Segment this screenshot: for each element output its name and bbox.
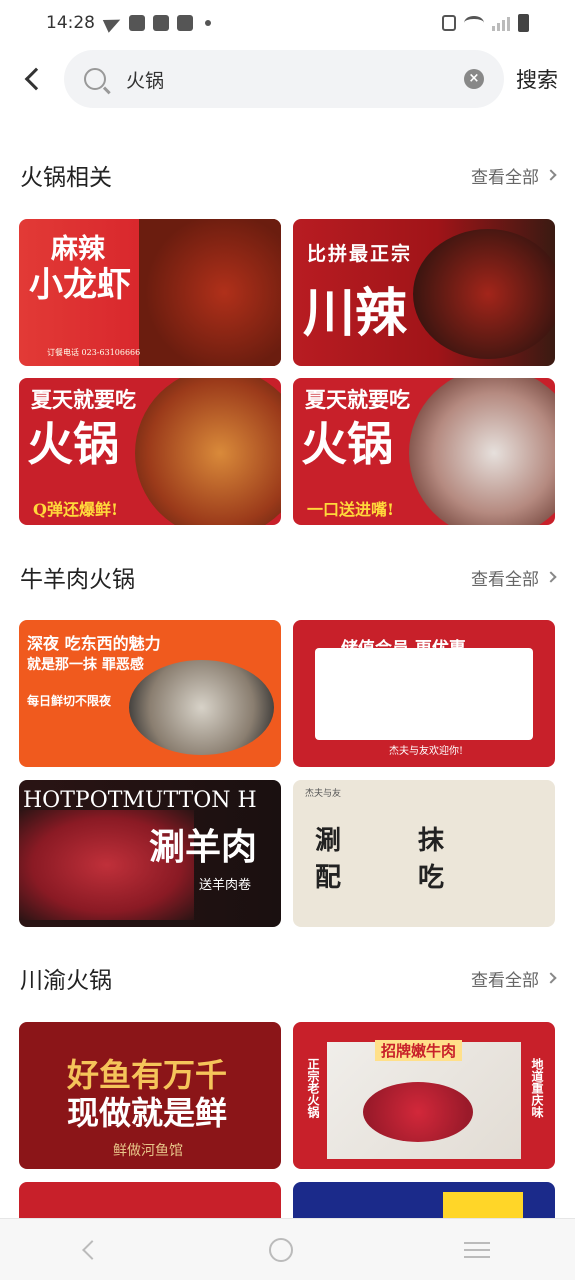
search-button[interactable]: 搜索 bbox=[516, 64, 558, 94]
section-title: 火锅相关 bbox=[20, 165, 112, 191]
telegram-icon bbox=[102, 13, 124, 33]
section-title: 川渝火锅 bbox=[20, 968, 112, 994]
view-all-link[interactable]: 查看全部 bbox=[471, 163, 557, 188]
vibrate-icon bbox=[442, 15, 456, 31]
notification-icon bbox=[153, 15, 169, 31]
clear-icon[interactable]: × bbox=[464, 69, 484, 89]
nav-back-icon[interactable] bbox=[82, 1239, 103, 1260]
template-card[interactable]: 好鱼有万千 现做就是鲜 鲜做河鱼馆 bbox=[19, 1022, 281, 1169]
battery-icon bbox=[518, 14, 529, 32]
view-all-link[interactable]: 查看全部 bbox=[471, 966, 557, 991]
template-card[interactable]: 夏天就要吃 火锅 Q弹还爆鲜! bbox=[19, 378, 281, 525]
template-card[interactable] bbox=[19, 1182, 281, 1218]
chevron-right-icon bbox=[545, 571, 557, 583]
template-card[interactable]: 比拼最正宗 川辣 bbox=[293, 219, 555, 366]
section-hotpot-related: 火锅相关 查看全部 麻辣 小龙虾 订餐电话 023-63106666 比拼最正宗… bbox=[0, 155, 575, 525]
template-card[interactable] bbox=[293, 1182, 555, 1218]
view-all-link[interactable]: 查看全部 bbox=[471, 565, 557, 590]
search-icon bbox=[84, 68, 106, 90]
notification-icon bbox=[129, 15, 145, 31]
template-card[interactable]: 招牌嫩牛肉 正宗老火锅 地道重庆味 bbox=[293, 1022, 555, 1169]
template-card[interactable]: 杰夫与友 涮 抹 配 吃 bbox=[293, 780, 555, 927]
chevron-right-icon bbox=[545, 972, 557, 984]
template-card[interactable]: 储值会员 更优惠 杰夫与友欢迎你! bbox=[293, 620, 555, 767]
search-box[interactable]: × bbox=[64, 50, 504, 108]
wifi-icon bbox=[464, 16, 484, 30]
section-chongqing: 川渝火锅 查看全部 好鱼有万千 现做就是鲜 鲜做河鱼馆 招牌嫩牛肉 正宗老火锅 … bbox=[0, 958, 575, 1218]
nav-home-icon[interactable] bbox=[269, 1237, 294, 1262]
search-row: × 搜索 bbox=[0, 50, 575, 108]
notification-icon bbox=[177, 15, 193, 31]
section-title: 牛羊肉火锅 bbox=[20, 567, 135, 593]
status-time: 14:28 bbox=[46, 13, 95, 33]
status-bar: 14:28 bbox=[0, 0, 575, 46]
back-button[interactable] bbox=[0, 50, 64, 108]
back-icon bbox=[24, 67, 48, 91]
more-notifications-icon bbox=[205, 20, 211, 26]
signal-icon bbox=[492, 15, 510, 31]
search-input[interactable] bbox=[126, 68, 464, 90]
template-card[interactable]: 麻辣 小龙虾 订餐电话 023-63106666 bbox=[19, 219, 281, 366]
template-card[interactable]: 深夜 吃东西的魅力 就是那一抹 罪恶感 每日鲜切不限夜 bbox=[19, 620, 281, 767]
nav-menu-icon[interactable] bbox=[463, 1241, 490, 1258]
chevron-right-icon bbox=[545, 169, 557, 181]
template-card[interactable]: 夏天就要吃 火锅 一口送进嘴! bbox=[293, 378, 555, 525]
section-beef-mutton: 牛羊肉火锅 查看全部 深夜 吃东西的魅力 就是那一抹 罪恶感 每日鲜切不限夜 储… bbox=[0, 557, 575, 927]
template-card[interactable]: HOTPOTMUTTON H 涮羊肉 送羊肉卷 bbox=[19, 780, 281, 927]
system-nav-bar bbox=[0, 1218, 575, 1280]
